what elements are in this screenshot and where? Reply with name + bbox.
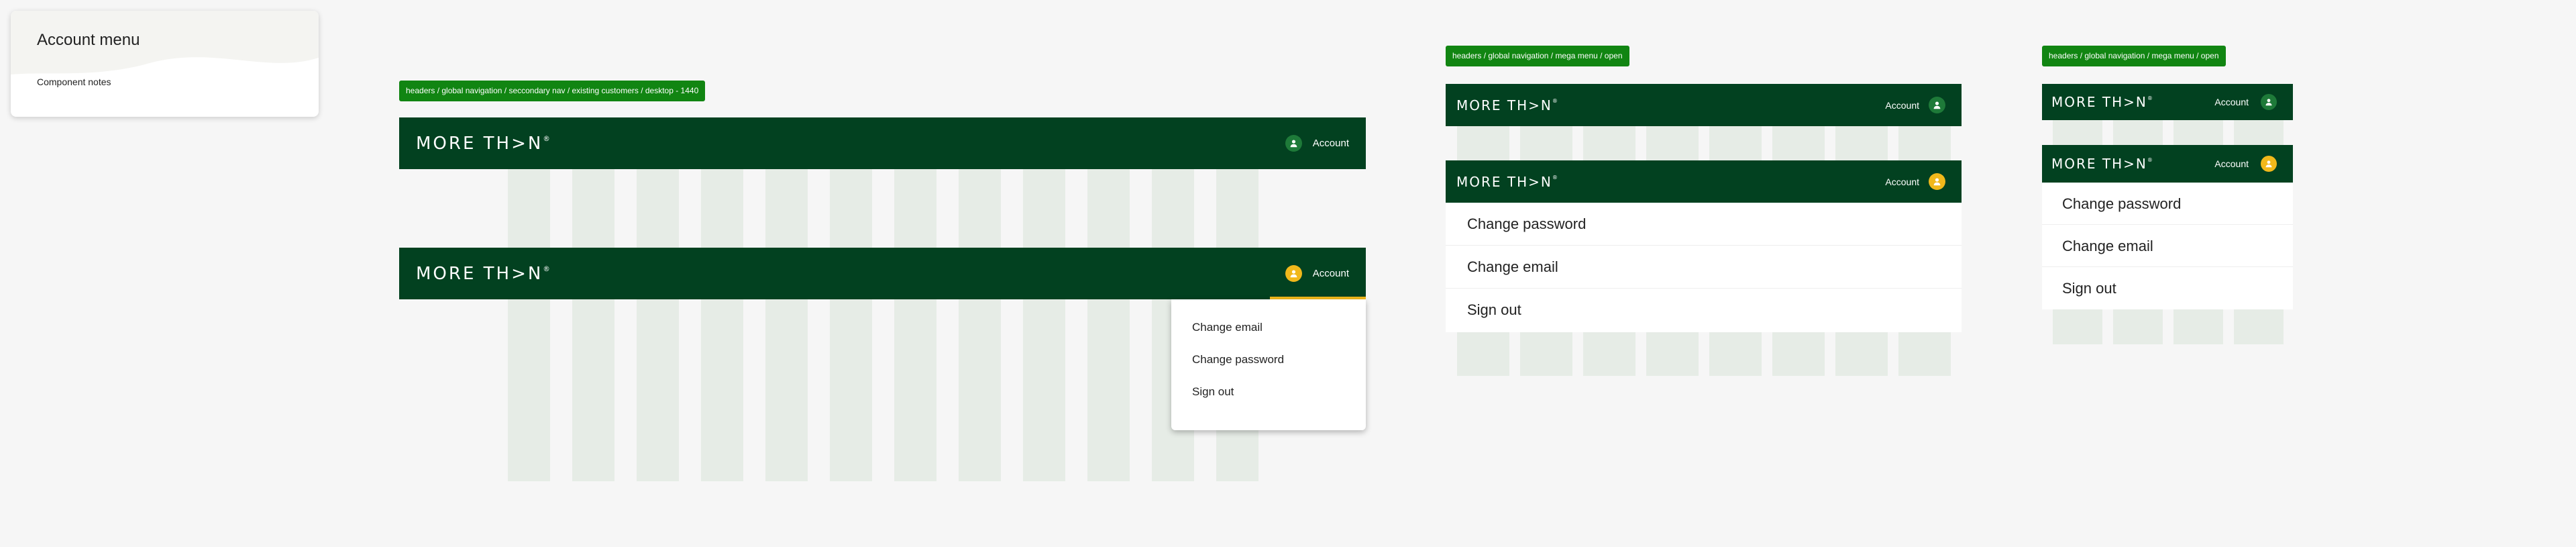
user-icon — [1285, 265, 1302, 282]
account-menu-medium: Change password Change email Sign out — [1446, 203, 1962, 332]
brand-logo[interactable]: MORE TH>N® — [2051, 156, 2153, 172]
menu-item-change-email[interactable]: Change email — [2042, 225, 2293, 267]
user-icon — [1929, 173, 1945, 190]
menu-item-sign-out[interactable]: Sign out — [1171, 385, 1366, 417]
brand-logo[interactable]: MORE TH>N® — [416, 264, 550, 284]
account-label: Account — [1312, 138, 1349, 149]
menu-item-change-email[interactable]: Change email — [1171, 321, 1366, 353]
account-button[interactable]: Account — [1285, 265, 1349, 282]
notes-subtitle: Component notes — [37, 77, 111, 87]
notes-title: Account menu — [37, 31, 140, 49]
global-header-small-open: MORE TH>N® Account — [2042, 145, 2293, 183]
account-label: Account — [1312, 268, 1349, 279]
menu-item-change-email[interactable]: Change email — [1446, 246, 1962, 289]
account-button[interactable]: Account — [2214, 94, 2277, 110]
menu-item-change-password[interactable]: Change password — [1171, 353, 1366, 385]
brand-logo[interactable]: MORE TH>N® — [1456, 174, 1558, 190]
user-icon — [2261, 156, 2277, 172]
brand-logo[interactable]: MORE TH>N® — [416, 134, 550, 154]
global-header-desktop: MORE TH>N® Account — [399, 117, 1366, 169]
account-button[interactable]: Account — [1885, 173, 1945, 190]
brand-logo[interactable]: MORE TH>N® — [1456, 97, 1558, 113]
layout-grid-desktop — [508, 169, 1258, 481]
brand-logo[interactable]: MORE TH>N® — [2051, 94, 2153, 110]
menu-item-sign-out[interactable]: Sign out — [2042, 267, 2293, 309]
menu-item-change-password[interactable]: Change password — [1446, 203, 1962, 246]
account-button[interactable]: Account — [1285, 135, 1349, 152]
card-wave-decoration — [11, 11, 319, 74]
user-icon — [1285, 135, 1302, 152]
user-icon — [1929, 97, 1945, 113]
breadcrumb-tag-small: headers / global navigation / mega menu … — [2042, 46, 2226, 66]
account-label: Account — [1885, 176, 1919, 187]
account-label: Account — [1885, 99, 1919, 111]
global-header-medium: MORE TH>N® Account — [1446, 84, 1962, 126]
account-label: Account — [2214, 158, 2249, 169]
account-dropdown-desktop: Change email Change password Sign out — [1171, 299, 1366, 430]
global-header-medium-open: MORE TH>N® Account — [1446, 160, 1962, 203]
component-notes-card: Account menu Component notes — [11, 11, 319, 117]
account-menu-small: Change password Change email Sign out — [2042, 183, 2293, 309]
global-header-small: MORE TH>N® Account — [2042, 84, 2293, 120]
user-icon — [2261, 94, 2277, 110]
breadcrumb-tag-desktop: headers / global navigation / seccondary… — [399, 81, 706, 101]
account-button[interactable]: Account — [1885, 97, 1945, 113]
menu-item-sign-out[interactable]: Sign out — [1446, 289, 1962, 332]
breadcrumb-tag-medium: headers / global navigation / mega menu … — [1446, 46, 1629, 66]
account-button[interactable]: Account — [2214, 156, 2277, 172]
global-header-desktop-open: MORE TH>N® Account — [399, 248, 1366, 299]
menu-item-change-password[interactable]: Change password — [2042, 183, 2293, 225]
account-label: Account — [2214, 97, 2249, 107]
